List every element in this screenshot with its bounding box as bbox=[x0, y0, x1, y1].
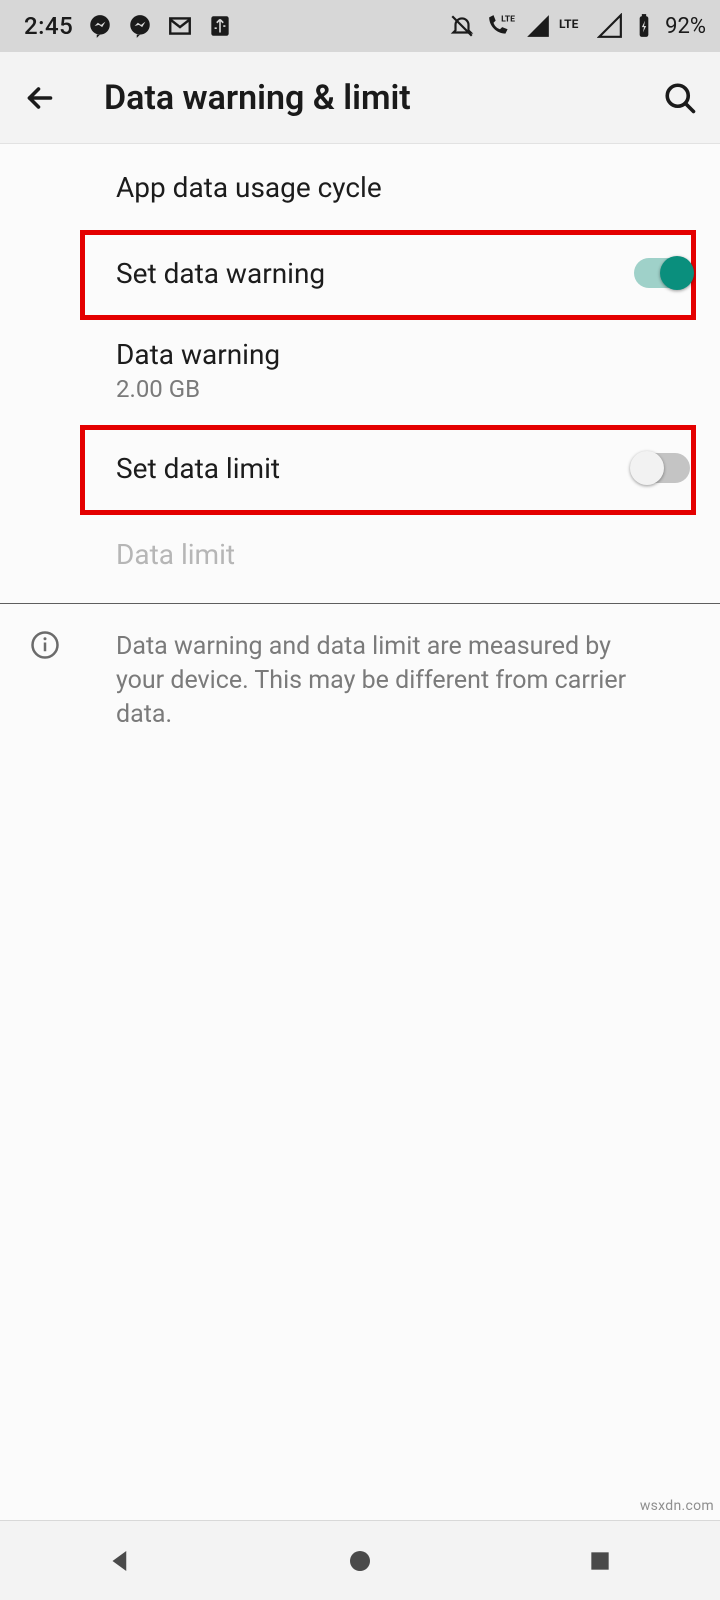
nav-recent-button[interactable] bbox=[570, 1531, 630, 1591]
toggle-set-data-limit[interactable] bbox=[634, 453, 690, 483]
status-bar: 2:45 LTE LTE 92% bbox=[0, 0, 720, 52]
signal-full-icon bbox=[525, 13, 551, 39]
search-button[interactable] bbox=[658, 76, 702, 120]
lte-label-icon: LTE bbox=[559, 13, 589, 39]
usb-icon bbox=[207, 13, 233, 39]
row-set-data-limit[interactable]: Set data limit bbox=[0, 425, 720, 511]
info-row: Data warning and data limit are measured… bbox=[0, 604, 720, 757]
back-button[interactable] bbox=[18, 76, 62, 120]
messenger-icon bbox=[87, 13, 113, 39]
page-title: Data warning & limit bbox=[104, 78, 658, 118]
svg-text:LTE: LTE bbox=[501, 15, 515, 25]
row-data-limit: Data limit bbox=[0, 511, 720, 597]
row-app-data-usage-cycle[interactable]: App data usage cycle bbox=[0, 144, 720, 230]
svg-text:LTE: LTE bbox=[559, 17, 579, 31]
battery-charging-icon bbox=[631, 13, 657, 39]
status-clock: 2:45 bbox=[24, 12, 73, 40]
status-right-icons: LTE LTE 92% bbox=[449, 13, 706, 39]
row-subtext: 2.00 GB bbox=[116, 375, 280, 403]
volte-call-icon: LTE bbox=[483, 13, 517, 39]
info-text: Data warning and data limit are measured… bbox=[116, 630, 656, 731]
dnd-off-icon bbox=[449, 13, 475, 39]
row-label: Data warning bbox=[116, 338, 280, 371]
navigation-bar bbox=[0, 1520, 720, 1600]
app-bar: Data warning & limit bbox=[0, 52, 720, 144]
messenger-icon bbox=[127, 13, 153, 39]
row-set-data-warning[interactable]: Set data warning bbox=[0, 230, 720, 316]
nav-home-button[interactable] bbox=[330, 1531, 390, 1591]
info-icon bbox=[30, 630, 60, 660]
row-data-warning[interactable]: Data warning 2.00 GB bbox=[0, 316, 720, 425]
battery-percent: 92% bbox=[665, 14, 706, 39]
row-label: App data usage cycle bbox=[116, 171, 382, 204]
settings-list: App data usage cycle Set data warning Da… bbox=[0, 144, 720, 1520]
nav-back-button[interactable] bbox=[90, 1531, 150, 1591]
row-label: Data limit bbox=[116, 538, 235, 571]
watermark-text: wsxdn.com bbox=[640, 1498, 714, 1514]
status-left-icons: 2:45 bbox=[24, 12, 233, 40]
gmail-icon bbox=[167, 13, 193, 39]
toggle-set-data-warning[interactable] bbox=[634, 258, 690, 288]
row-label: Set data limit bbox=[116, 452, 280, 485]
row-label: Set data warning bbox=[116, 257, 325, 290]
signal-empty-icon bbox=[597, 13, 623, 39]
